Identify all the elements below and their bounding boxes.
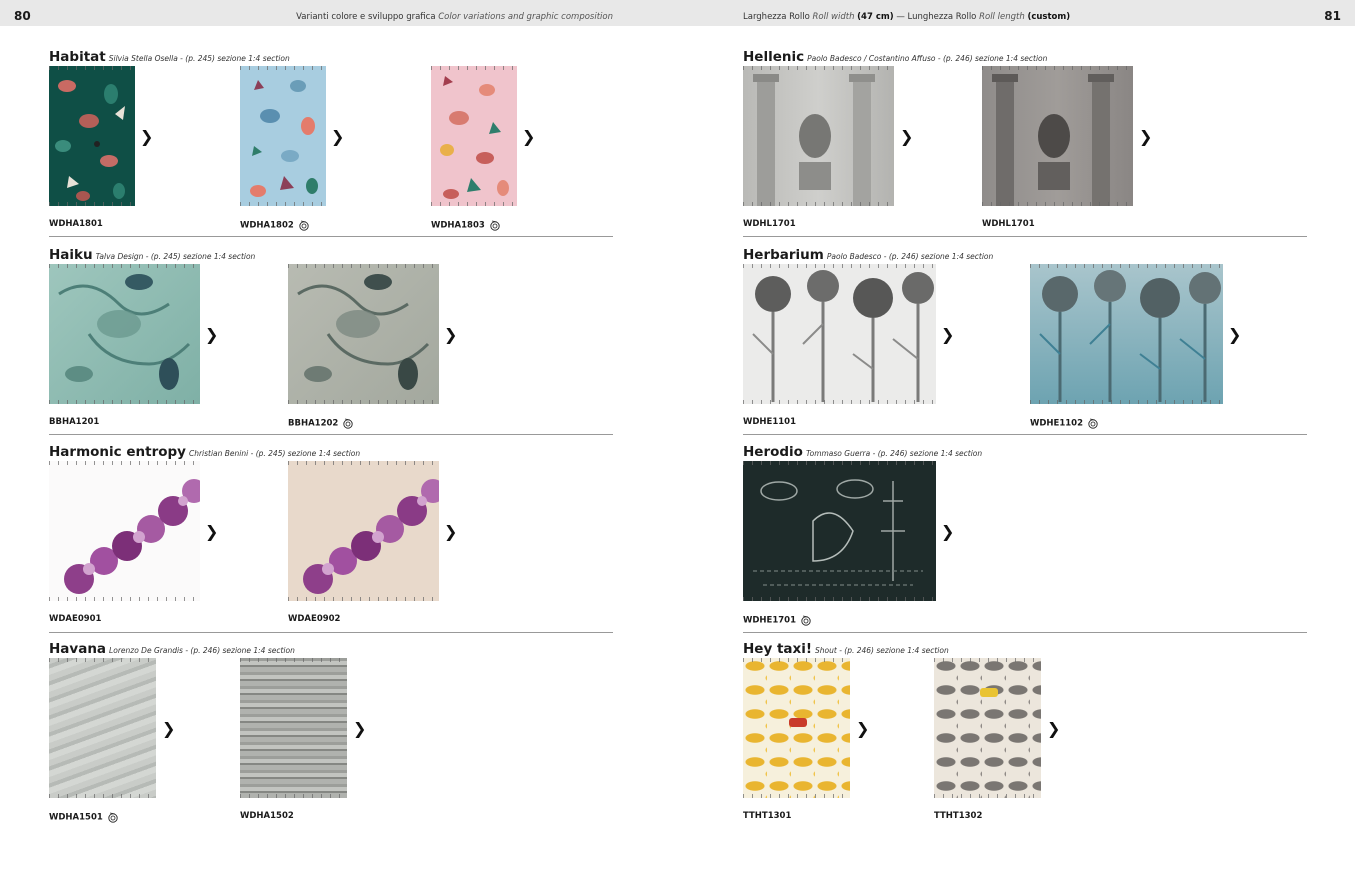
swatch-image bbox=[240, 658, 347, 798]
roll-spiral-icon bbox=[1088, 418, 1098, 429]
roll-spiral-icon bbox=[343, 418, 353, 429]
section-divider bbox=[743, 632, 1307, 633]
swatch-code: WDHA1802 bbox=[240, 219, 310, 231]
section-title: Habitat Silvia Stella Osella - (p. 245) s… bbox=[49, 49, 290, 65]
swatch-image bbox=[49, 461, 200, 601]
swatch-image bbox=[49, 658, 156, 798]
swatch-code: WDAE0902 bbox=[288, 614, 341, 624]
swatch-image bbox=[49, 66, 135, 206]
roll-spiral-icon bbox=[108, 812, 118, 823]
roll-spiral-icon bbox=[490, 220, 500, 231]
section-title: Haiku Talva Design - (p. 245) sezione 1:4… bbox=[49, 247, 256, 263]
swatch-image bbox=[288, 264, 439, 404]
chevron-right-icon: ❯ bbox=[1047, 719, 1061, 738]
chevron-right-icon: ❯ bbox=[331, 127, 345, 146]
chevron-right-icon: ❯ bbox=[205, 522, 219, 541]
section-title: Harmonic entropy Christian Benini - (p. 2… bbox=[49, 444, 361, 460]
swatch-code: WDHA1803 bbox=[431, 219, 501, 231]
swatch-image bbox=[934, 658, 1041, 798]
swatch-code: WDHA1502 bbox=[240, 811, 294, 821]
swatch-image bbox=[743, 461, 936, 601]
section-divider bbox=[49, 236, 613, 237]
chevron-right-icon: ❯ bbox=[205, 325, 219, 344]
swatch-code: WDHE1102 bbox=[1030, 417, 1099, 429]
page-number-right: 81 bbox=[1324, 9, 1341, 23]
chevron-right-icon: ❯ bbox=[941, 325, 955, 344]
section-title: Hey taxi! Shout - (p. 246) sezione 1:4 se… bbox=[743, 641, 949, 657]
chevron-right-icon: ❯ bbox=[522, 127, 536, 146]
header-right-caption: Larghezza Rollo Roll width (47 cm) — Lun… bbox=[743, 12, 1071, 22]
section-title: Herodio Tommaso Guerra - (p. 246) sezione… bbox=[743, 444, 983, 460]
page-number-left: 80 bbox=[14, 9, 31, 23]
swatch-code: BBHA1201 bbox=[49, 417, 100, 427]
section-divider bbox=[49, 632, 613, 633]
chevron-right-icon: ❯ bbox=[444, 522, 458, 541]
swatch-code: WDHE1701 bbox=[743, 614, 812, 626]
swatch-image bbox=[743, 66, 894, 206]
chevron-right-icon: ❯ bbox=[140, 127, 154, 146]
swatch-code: WDHL1701 bbox=[982, 219, 1035, 229]
section-title: Herbarium Paolo Badesco - (p. 246) sezion… bbox=[743, 247, 994, 263]
chevron-right-icon: ❯ bbox=[353, 719, 367, 738]
chevron-right-icon: ❯ bbox=[1228, 325, 1242, 344]
swatch-code: WDAE0901 bbox=[49, 614, 102, 624]
swatch-code: WDHA1801 bbox=[49, 219, 103, 229]
chevron-right-icon: ❯ bbox=[444, 325, 458, 344]
swatch-code: BBHA1202 bbox=[288, 417, 354, 429]
page-header-bar bbox=[0, 0, 1355, 26]
roll-spiral-icon bbox=[801, 615, 811, 626]
chevron-right-icon: ❯ bbox=[1139, 127, 1153, 146]
section-divider bbox=[49, 434, 613, 435]
swatch-image bbox=[288, 461, 439, 601]
swatch-image bbox=[240, 66, 326, 206]
chevron-right-icon: ❯ bbox=[856, 719, 870, 738]
chevron-right-icon: ❯ bbox=[162, 719, 176, 738]
section-title: Hellenic Paolo Badesco / Costantino Affus… bbox=[743, 49, 1048, 65]
swatch-image bbox=[1030, 264, 1223, 404]
swatch-code: WDHE1101 bbox=[743, 417, 797, 427]
swatch-code: TTHT1302 bbox=[934, 811, 983, 821]
swatch-code: WDHL1701 bbox=[743, 219, 796, 229]
swatch-image bbox=[49, 264, 200, 404]
section-divider bbox=[743, 236, 1307, 237]
section-divider bbox=[743, 434, 1307, 435]
swatch-image bbox=[743, 264, 936, 404]
roll-spiral-icon bbox=[299, 220, 309, 231]
chevron-right-icon: ❯ bbox=[941, 522, 955, 541]
swatch-image bbox=[431, 66, 517, 206]
header-left-caption: Varianti colore e sviluppo grafica Color… bbox=[296, 12, 613, 22]
swatch-image bbox=[982, 66, 1133, 206]
swatch-code: WDHA1501 bbox=[49, 811, 119, 823]
swatch-code: TTHT1301 bbox=[743, 811, 792, 821]
section-title: Havana Lorenzo De Grandis - (p. 246) sezi… bbox=[49, 641, 295, 657]
chevron-right-icon: ❯ bbox=[900, 127, 914, 146]
swatch-image bbox=[743, 658, 850, 798]
